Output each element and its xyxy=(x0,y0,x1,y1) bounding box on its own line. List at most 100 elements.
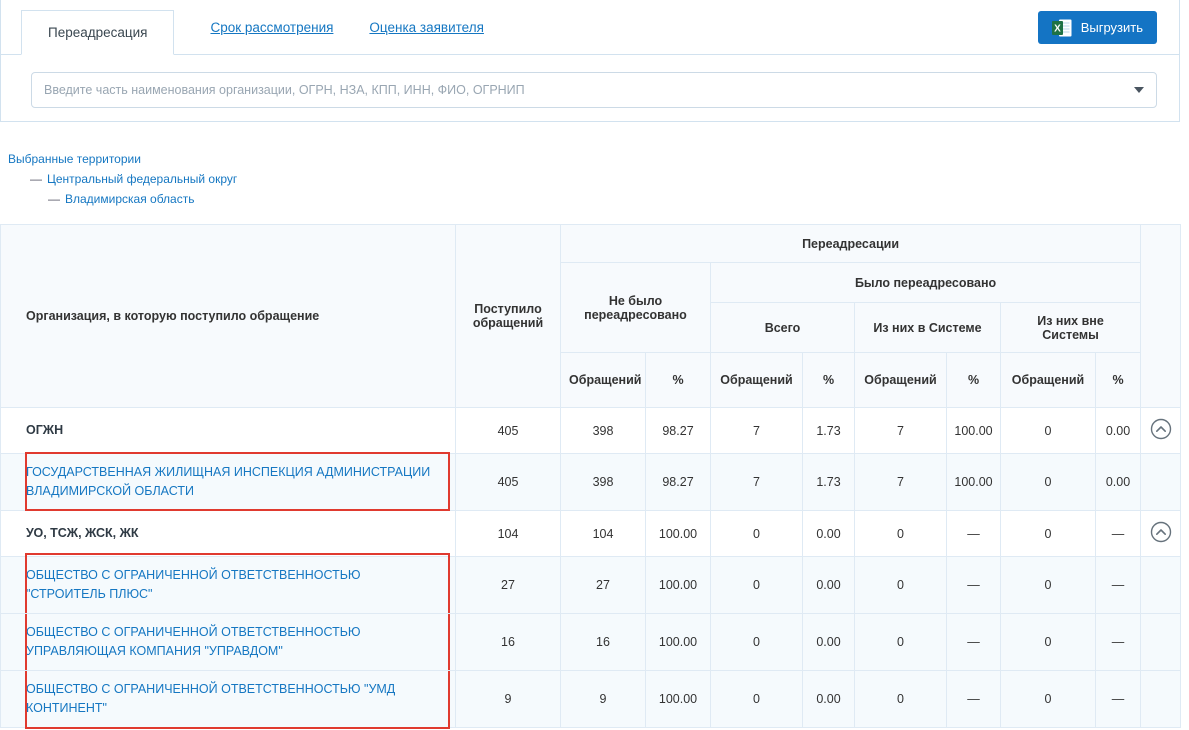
value-cell: 0 xyxy=(1001,614,1096,671)
org-name-cell: ОБЩЕСТВО С ОГРАНИЧЕННОЙ ОТВЕТСТВЕННОСТЬЮ… xyxy=(1,614,456,671)
table-row: ОБЩЕСТВО С ОГРАНИЧЕННОЙ ОТВЕТСТВЕННОСТЬЮ… xyxy=(1,614,1181,671)
search-row xyxy=(1,55,1179,121)
table-row: УО, ТСЖ, ЖСК, ЖК104104100.0000.000—0— xyxy=(1,511,1181,557)
col-header-out-system: Из них вне Системы xyxy=(1001,303,1141,353)
table-row: ОБЩЕСТВО С ОГРАНИЧЕННОЙ ОТВЕТСТВЕННОСТЬЮ… xyxy=(1,557,1181,614)
value-cell: 0 xyxy=(1001,408,1096,454)
col-header-percent: % xyxy=(1096,353,1141,408)
territories-title[interactable]: Выбранные территории xyxy=(8,152,141,166)
value-cell: 16 xyxy=(561,614,646,671)
collapse-chevron-up-icon[interactable] xyxy=(1150,418,1172,440)
export-button-label: Выгрузить xyxy=(1081,20,1143,35)
value-cell: 7 xyxy=(855,454,947,511)
col-header-total: Всего xyxy=(711,303,855,353)
tab-otsenka-zayavitelya[interactable]: Оценка заявителя xyxy=(369,20,484,35)
value-cell: 0 xyxy=(855,614,947,671)
collapse-cell xyxy=(1141,454,1181,511)
value-cell: 9 xyxy=(456,671,561,728)
territory-link-federal-district[interactable]: Центральный федеральный округ xyxy=(47,172,237,186)
value-cell: 100.00 xyxy=(947,408,1001,454)
value-cell: 0 xyxy=(1001,511,1096,557)
value-cell: 27 xyxy=(456,557,561,614)
value-cell: 0 xyxy=(1001,557,1096,614)
value-cell: 0 xyxy=(711,511,803,557)
value-cell: 398 xyxy=(561,454,646,511)
org-search-input[interactable] xyxy=(31,72,1157,108)
col-header-percent: % xyxy=(947,353,1001,408)
value-cell: 0.00 xyxy=(803,671,855,728)
dropdown-caret-icon[interactable] xyxy=(1134,87,1144,93)
value-cell: 0 xyxy=(1001,454,1096,511)
collapse-cell xyxy=(1141,557,1181,614)
redirections-table: Организация, в которую поступило обращен… xyxy=(0,224,1181,728)
value-cell: 98.27 xyxy=(646,408,711,454)
value-cell: 405 xyxy=(456,408,561,454)
org-link[interactable]: ОБЩЕСТВО С ОГРАНИЧЕННОЙ ОТВЕТСТВЕННОСТЬЮ… xyxy=(26,568,361,601)
value-cell: 0 xyxy=(855,671,947,728)
org-name-cell: ОБЩЕСТВО С ОГРАНИЧЕННОЙ ОТВЕТСТВЕННОСТЬЮ… xyxy=(1,557,456,614)
value-cell: 0.00 xyxy=(1096,408,1141,454)
excel-icon: X xyxy=(1052,19,1072,37)
col-header-appeals: Обращений xyxy=(561,353,646,408)
value-cell: — xyxy=(947,557,1001,614)
value-cell: 7 xyxy=(711,454,803,511)
export-button[interactable]: X Выгрузить xyxy=(1038,11,1157,44)
value-cell: 100.00 xyxy=(646,557,711,614)
value-cell: 7 xyxy=(711,408,803,454)
tab-srok-rassmotreniya[interactable]: Срок рассмотрения xyxy=(210,20,333,35)
value-cell: 104 xyxy=(456,511,561,557)
tab-bar: Переадресация Срок рассмотрения Оценка з… xyxy=(1,0,1179,55)
col-header-not-redirected: Не было переадресовано xyxy=(561,263,711,353)
value-cell: 1.73 xyxy=(803,408,855,454)
value-cell: 98.27 xyxy=(646,454,711,511)
col-header-redirections: Переадресации xyxy=(561,225,1141,263)
col-header-percent: % xyxy=(646,353,711,408)
tab-pereadresatsiya[interactable]: Переадресация xyxy=(21,10,174,55)
value-cell: 405 xyxy=(456,454,561,511)
table-row: ОБЩЕСТВО С ОГРАНИЧЕННОЙ ОТВЕТСТВЕННОСТЬЮ… xyxy=(1,671,1181,728)
value-cell: — xyxy=(1096,671,1141,728)
value-cell: 104 xyxy=(561,511,646,557)
col-header-organization: Организация, в которую поступило обращен… xyxy=(1,225,456,408)
value-cell: — xyxy=(947,671,1001,728)
value-cell: 0 xyxy=(711,614,803,671)
territory-item: — Владимирская область xyxy=(8,192,1189,206)
territory-item: —Центральный федеральный округ xyxy=(8,172,1189,186)
org-link[interactable]: ОБЩЕСТВО С ОГРАНИЧЕННОЙ ОТВЕТСТВЕННОСТЬЮ… xyxy=(26,682,395,715)
territory-link-region[interactable]: Владимирская область xyxy=(65,192,194,206)
org-search-wrapper xyxy=(31,72,1157,108)
value-cell: 398 xyxy=(561,408,646,454)
value-cell: 0 xyxy=(711,671,803,728)
org-link[interactable]: ОБЩЕСТВО С ОГРАНИЧЕННОЙ ОТВЕТСТВЕННОСТЬЮ… xyxy=(26,625,361,658)
col-header-was-redirected: Было переадресовано xyxy=(711,263,1141,303)
col-header-percent: % xyxy=(803,353,855,408)
value-cell: 0.00 xyxy=(1096,454,1141,511)
value-cell: 9 xyxy=(561,671,646,728)
value-cell: 0 xyxy=(855,511,947,557)
value-cell: 0.00 xyxy=(803,614,855,671)
top-panel: Переадресация Срок рассмотрения Оценка з… xyxy=(0,0,1180,122)
col-header-received: Поступило обращений xyxy=(456,225,561,408)
org-name-cell: ОГЖН xyxy=(1,408,456,454)
value-cell: — xyxy=(1096,557,1141,614)
value-cell: — xyxy=(1096,511,1141,557)
col-header-in-system: Из них в Системе xyxy=(855,303,1001,353)
org-link[interactable]: ГОСУДАРСТВЕННАЯ ЖИЛИЩНАЯ ИНСПЕКЦИЯ АДМИН… xyxy=(26,465,430,498)
value-cell: 100.00 xyxy=(947,454,1001,511)
value-cell: 100.00 xyxy=(646,614,711,671)
value-cell: 0 xyxy=(711,557,803,614)
value-cell: — xyxy=(1096,614,1141,671)
col-header-appeals: Обращений xyxy=(1001,353,1096,408)
value-cell: 100.00 xyxy=(646,511,711,557)
col-header-appeals: Обращений xyxy=(855,353,947,408)
value-cell: 0.00 xyxy=(803,557,855,614)
col-header-collapse xyxy=(1141,225,1181,408)
value-cell: 100.00 xyxy=(646,671,711,728)
tree-dash: — xyxy=(48,192,60,206)
org-name-cell: ОБЩЕСТВО С ОГРАНИЧЕННОЙ ОТВЕТСТВЕННОСТЬЮ… xyxy=(1,671,456,728)
org-name-cell: ГОСУДАРСТВЕННАЯ ЖИЛИЩНАЯ ИНСПЕКЦИЯ АДМИН… xyxy=(1,454,456,511)
value-cell: 27 xyxy=(561,557,646,614)
collapse-chevron-up-icon[interactable] xyxy=(1150,521,1172,543)
value-cell: — xyxy=(947,614,1001,671)
value-cell: 7 xyxy=(855,408,947,454)
